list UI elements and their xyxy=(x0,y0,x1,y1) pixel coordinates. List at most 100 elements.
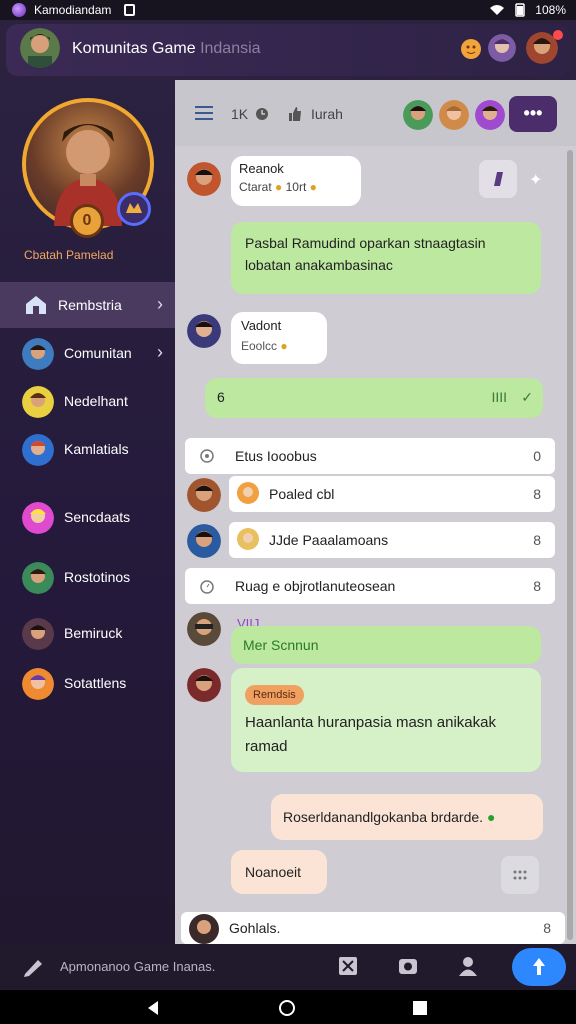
sender-avatar[interactable] xyxy=(187,478,221,512)
status-app-title: Kamodiandam xyxy=(34,3,112,17)
status-bar: Kamodiandam 108% xyxy=(0,0,576,20)
check-icon: ✓ xyxy=(521,389,533,405)
card-text: Poaled cbl xyxy=(269,486,335,502)
avatar-icon xyxy=(22,618,54,650)
message-text: Eoolcc xyxy=(241,339,278,353)
rank-badge xyxy=(117,192,151,226)
app-icon xyxy=(12,3,26,17)
chevron-right-icon: › xyxy=(157,342,163,362)
message-tag: Remdsis xyxy=(245,685,304,705)
send-button[interactable] xyxy=(512,948,566,986)
message-text: Roserldanandlgokanba brdarde. xyxy=(283,809,484,825)
message-bubble[interactable]: Noanoeit xyxy=(231,850,327,894)
scrollbar[interactable] xyxy=(567,150,573,940)
sidebar-item-rostotinos[interactable]: Rostotinos xyxy=(0,554,175,600)
list-card[interactable]: JJde Paaalamoans 8 xyxy=(229,522,555,558)
edit-button[interactable] xyxy=(479,160,517,198)
message-bubble[interactable]: Mer Scnnun xyxy=(231,626,541,664)
community-title: Komunitas Game Indansia xyxy=(72,40,261,58)
grid-button[interactable] xyxy=(501,856,539,894)
send-icon xyxy=(533,958,545,975)
sender-avatar[interactable] xyxy=(187,668,221,702)
system-nav-bar xyxy=(0,990,576,1024)
sparkle-icon[interactable]: ✦ xyxy=(529,170,542,190)
list-card[interactable]: Etus Iooobus 0 xyxy=(185,438,555,474)
user-avatar[interactable] xyxy=(20,28,60,68)
message-sender: Vadont xyxy=(241,318,282,333)
avatar-icon xyxy=(22,668,54,700)
home-button-icon[interactable] xyxy=(278,999,296,1017)
sidebar-item-label: Nedelhant xyxy=(64,393,128,409)
list-card[interactable]: Gohlals. 8 xyxy=(181,912,565,944)
sidebar-item-bemiruck[interactable]: Bemiruck xyxy=(0,610,175,656)
avatar-icon xyxy=(22,502,54,534)
message-bubble[interactable]: Pasbal Ramudind oparkan stnaagtasin loba… xyxy=(231,222,541,294)
message-text-row: Eoolcc ● xyxy=(241,336,317,356)
message-input[interactable]: Apmonanoo Game Inanas. xyxy=(60,959,215,974)
message-input-bar: Apmonanoo Game Inanas. xyxy=(0,944,576,990)
message-text: Ctarat xyxy=(239,180,272,194)
recents-icon[interactable] xyxy=(412,1000,428,1016)
sidebar-item-label: Comunitan xyxy=(64,345,132,361)
list-card[interactable]: Ruag e objrotlanuteosean 8 xyxy=(185,568,555,604)
message-text: 6 xyxy=(217,389,225,405)
more-options-button[interactable]: ••• xyxy=(509,96,557,132)
message-text: Haanlanta huranpasia masn anikakak ramad xyxy=(245,714,496,755)
sidebar-item-sencdaats[interactable]: Sencdaats xyxy=(0,494,175,540)
friend-avatar-1[interactable] xyxy=(488,34,516,62)
sidebar-item-label: Kamlatials xyxy=(64,441,129,457)
sender-avatar[interactable] xyxy=(187,162,221,196)
thumb-icon[interactable] xyxy=(287,106,303,122)
battery-icon xyxy=(515,3,526,17)
edit-icon xyxy=(494,172,503,186)
sidebar-item-nedelhant[interactable]: Nedelhant xyxy=(0,378,175,424)
card-end: 0 xyxy=(533,448,541,464)
camera-icon[interactable] xyxy=(398,956,418,976)
card-end: 8 xyxy=(533,578,541,594)
sidebar-item-kamlatials[interactable]: Kamlatials xyxy=(0,426,175,472)
close-box-icon[interactable] xyxy=(338,956,358,976)
message-bubble[interactable]: 6 IIII ✓ xyxy=(205,378,543,418)
emoji-icon: ● xyxy=(309,180,317,194)
sidebar-item-rembstria[interactable]: Rembstria › xyxy=(0,282,175,328)
message-status: IIII xyxy=(491,389,507,405)
menu-icon[interactable] xyxy=(195,106,213,120)
avatar-icon xyxy=(22,562,54,594)
avatar-icon xyxy=(237,528,259,550)
sender-avatar[interactable] xyxy=(187,314,221,348)
message-sender: Reanok xyxy=(239,161,284,176)
member-avatar-2[interactable] xyxy=(439,100,469,130)
card-text: Etus Iooobus xyxy=(235,448,317,464)
back-icon[interactable] xyxy=(146,1000,160,1016)
wifi-icon xyxy=(490,5,505,15)
message-bubble[interactable]: Remdsis Haanlanta huranpasia masn anikak… xyxy=(231,668,541,772)
member-avatar-3[interactable] xyxy=(475,100,505,130)
avatar-icon xyxy=(22,434,54,466)
card-end: 8 xyxy=(533,532,541,548)
message-bubble[interactable]: Roserldanandlgokanba brdarde. ● xyxy=(271,794,543,840)
sidebar-item-comunitan[interactable]: Comunitan › xyxy=(0,330,175,376)
list-card[interactable]: Poaled cbl 8 xyxy=(229,476,555,512)
message-bubble[interactable]: Reanok Ctarat ● 10rt ● xyxy=(231,156,361,206)
emoji-icon: ● xyxy=(280,339,288,353)
member-avatar-1[interactable] xyxy=(403,100,433,130)
card-text: Gohlals. xyxy=(229,920,281,936)
pencil-icon[interactable] xyxy=(22,956,46,978)
sidebar-item-label: Bemiruck xyxy=(64,625,123,641)
message-extra: 10rt xyxy=(285,180,307,194)
grid-icon xyxy=(513,870,527,880)
sidebar-item-sotattlens[interactable]: Sotattlens xyxy=(0,660,175,706)
card-text: JJde Paaalamoans xyxy=(269,532,389,548)
level-badge: 0 xyxy=(70,204,104,238)
emoji-icon[interactable] xyxy=(460,38,482,60)
chat-toolbar-label-a: 1K xyxy=(231,106,249,122)
user-icon[interactable] xyxy=(458,955,478,977)
check-circle-icon: ● xyxy=(486,809,496,825)
sender-avatar[interactable] xyxy=(187,524,221,558)
chevron-right-icon: › xyxy=(157,294,163,314)
card-end: 8 xyxy=(533,486,541,502)
avatar-icon xyxy=(22,386,54,418)
card-text: Ruag e objrotlanuteosean xyxy=(235,578,396,594)
sender-avatar[interactable] xyxy=(187,612,221,646)
message-bubble[interactable]: Vadont Eoolcc ● xyxy=(231,312,327,364)
